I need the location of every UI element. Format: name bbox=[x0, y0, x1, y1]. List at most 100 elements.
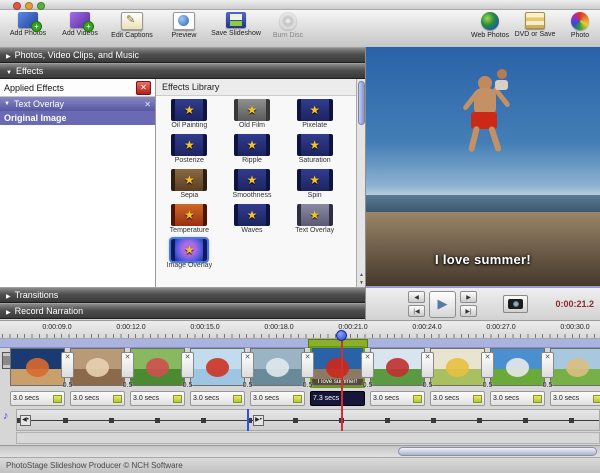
timeline-clip-5[interactable] bbox=[250, 348, 305, 386]
step-back-icon[interactable]: ◀ bbox=[408, 291, 425, 303]
clip-duration-10[interactable]: 3.0 secs bbox=[550, 391, 600, 406]
timeline-ruler[interactable]: 0:00:09.00:00:12.00:00:15.00:00:18.00:00… bbox=[0, 320, 600, 339]
duration-edit-icon[interactable] bbox=[233, 395, 242, 403]
snapshot-button[interactable] bbox=[503, 295, 528, 313]
toolbar-button-preview[interactable]: Preview bbox=[158, 12, 210, 46]
camera-icon bbox=[508, 299, 523, 309]
effect-text-overlay[interactable]: ★Text Overlay bbox=[283, 204, 346, 237]
duration-edit-icon[interactable] bbox=[413, 395, 422, 403]
duration-edit-icon[interactable] bbox=[293, 395, 302, 403]
effect-posterize[interactable]: ★Posterize bbox=[158, 134, 221, 167]
transition-duration-label: 0.5 bbox=[543, 382, 553, 389]
audio-track[interactable] bbox=[16, 409, 600, 431]
play-button[interactable] bbox=[429, 291, 456, 318]
transition-box-7[interactable]: ✕ bbox=[421, 352, 434, 378]
effect-label: Saturation bbox=[299, 157, 331, 164]
clip-duration-9[interactable]: 3.0 secs bbox=[490, 391, 545, 406]
transition-box-4[interactable]: ✕ bbox=[241, 352, 254, 378]
clip-duration-5[interactable]: 3.0 secs bbox=[250, 391, 305, 406]
timeline-clip-4[interactable] bbox=[190, 348, 245, 386]
transition-box-9[interactable]: ✕ bbox=[541, 352, 554, 378]
duration-edit-icon[interactable] bbox=[53, 395, 62, 403]
clip-duration-6[interactable]: 7.3 secs bbox=[310, 391, 365, 406]
effect-thumbnail: ★ bbox=[171, 134, 207, 156]
narration-section-label: Record Narration bbox=[15, 306, 84, 316]
toolbar-button-save-slideshow[interactable]: Save Slideshow bbox=[210, 12, 262, 46]
transition-duration-label: 0.5 bbox=[363, 382, 373, 389]
timeline-clip-8[interactable] bbox=[430, 348, 485, 386]
effects-section-bar[interactable]: Effects bbox=[0, 63, 366, 79]
clip-duration-4[interactable]: 3.0 secs bbox=[190, 391, 245, 406]
remove-effect-button[interactable]: ✕ bbox=[136, 81, 151, 95]
applied-effect-original-image[interactable]: Original Image bbox=[0, 111, 155, 125]
transition-box-1[interactable]: ✕ bbox=[61, 352, 74, 378]
audio-fade-marker[interactable]: ▶• bbox=[253, 415, 264, 426]
timeline-clip-10[interactable] bbox=[550, 348, 600, 386]
effect-pixelate[interactable]: ★Pixelate bbox=[283, 99, 346, 132]
effect-temperature[interactable]: ★Temperature bbox=[158, 204, 221, 237]
timeline-clip-6[interactable]: I love summer! bbox=[310, 346, 365, 388]
go-to-start-icon[interactable]: |◀ bbox=[408, 305, 425, 317]
scroll-down-icon[interactable]: ▼ bbox=[358, 280, 365, 286]
toolbar-button-burn-disc[interactable]: Burn Disc bbox=[262, 12, 314, 46]
duration-edit-icon[interactable] bbox=[113, 395, 122, 403]
toolbar-label-dvd-or-save: DVD or Save bbox=[515, 31, 556, 38]
close-window-icon[interactable] bbox=[13, 2, 21, 10]
timeline-scrollbar-thumb[interactable] bbox=[398, 447, 597, 456]
clip-duration-2[interactable]: 3.0 secs bbox=[70, 391, 125, 406]
duration-edit-icon[interactable] bbox=[473, 395, 482, 403]
toolbar-button-add-videos[interactable]: Add Videos bbox=[54, 12, 106, 46]
audio-cursor-line bbox=[247, 409, 249, 431]
timeline-clip-9[interactable] bbox=[490, 348, 545, 386]
effect-spin[interactable]: ★Spin bbox=[283, 169, 346, 202]
scroll-up-icon[interactable]: ▲ bbox=[358, 272, 365, 278]
clip-duration-7[interactable]: 3.0 secs bbox=[370, 391, 425, 406]
timeline-clip-7[interactable] bbox=[370, 348, 425, 386]
effect-ripple[interactable]: ★Ripple bbox=[221, 134, 284, 167]
toolbar-label-web-photos: Web Photos bbox=[471, 32, 509, 39]
timeline-clip-2[interactable] bbox=[70, 348, 125, 386]
transition-box-8[interactable]: ✕ bbox=[481, 352, 494, 378]
empty-audio-track[interactable] bbox=[16, 432, 600, 444]
media-section-bar[interactable]: Photos, Video Clips, and Music bbox=[0, 47, 366, 63]
transition-box-5[interactable]: ✕ bbox=[301, 352, 314, 378]
effect-image-overlay[interactable]: ★Image Overlay bbox=[158, 239, 221, 272]
toolbar-button-edit-captions[interactable]: Edit Captions bbox=[106, 12, 158, 46]
minimize-window-icon[interactable] bbox=[25, 2, 33, 10]
effect-waves[interactable]: ★Waves bbox=[221, 204, 284, 237]
clip-duration-3[interactable]: 3.0 secs bbox=[130, 391, 185, 406]
timeline-clip-3[interactable] bbox=[130, 348, 185, 386]
applied-effect-label: Text Overlay bbox=[14, 99, 64, 109]
effect-saturation[interactable]: ★Saturation bbox=[283, 134, 346, 167]
toolbar-button-add-photos[interactable]: Add Photos bbox=[2, 12, 54, 46]
narration-section-bar[interactable]: Record Narration bbox=[0, 303, 366, 319]
timeline-scrollbar[interactable] bbox=[0, 445, 600, 457]
transition-box-6[interactable]: ✕ bbox=[361, 352, 374, 378]
toolbar-button-photo[interactable]: Photo bbox=[554, 12, 600, 46]
applied-effects-title: Applied Effects bbox=[4, 83, 64, 93]
duration-edit-icon[interactable] bbox=[533, 395, 542, 403]
effect-sepia[interactable]: ★Sepia bbox=[158, 169, 221, 202]
duration-edit-icon[interactable] bbox=[593, 395, 600, 403]
timeline-clip-1[interactable] bbox=[10, 348, 65, 386]
go-to-end-icon[interactable]: ▶| bbox=[460, 305, 477, 317]
transition-box-3[interactable]: ✕ bbox=[181, 352, 194, 378]
remove-applied-effect-icon[interactable]: ✕ bbox=[144, 100, 151, 109]
step-forward-icon[interactable]: ▶ bbox=[460, 291, 477, 303]
transition-box-2[interactable]: ✕ bbox=[121, 352, 134, 378]
zoom-window-icon[interactable] bbox=[37, 2, 45, 10]
effect-label: Waves bbox=[241, 227, 262, 234]
playhead-marker-icon[interactable] bbox=[336, 330, 347, 341]
effects-scrollbar-thumb[interactable] bbox=[358, 81, 365, 125]
effect-label: Smoothness bbox=[233, 192, 272, 199]
applied-effect-text-overlay[interactable]: Text Overlay ✕ bbox=[0, 97, 155, 111]
effect-smoothness[interactable]: ★Smoothness bbox=[221, 169, 284, 202]
clip-duration-label: 3.0 secs bbox=[253, 395, 279, 402]
effect-oil-painting[interactable]: ★Oil Painting bbox=[158, 99, 221, 132]
clip-duration-8[interactable]: 3.0 secs bbox=[430, 391, 485, 406]
effect-old-film[interactable]: ★Old Film bbox=[221, 99, 284, 132]
clip-duration-1[interactable]: 3.0 secs bbox=[10, 391, 65, 406]
audio-fade-marker[interactable]: ◀• bbox=[20, 415, 31, 426]
transitions-section-bar[interactable]: Transitions bbox=[0, 287, 366, 303]
duration-edit-icon[interactable] bbox=[173, 395, 182, 403]
